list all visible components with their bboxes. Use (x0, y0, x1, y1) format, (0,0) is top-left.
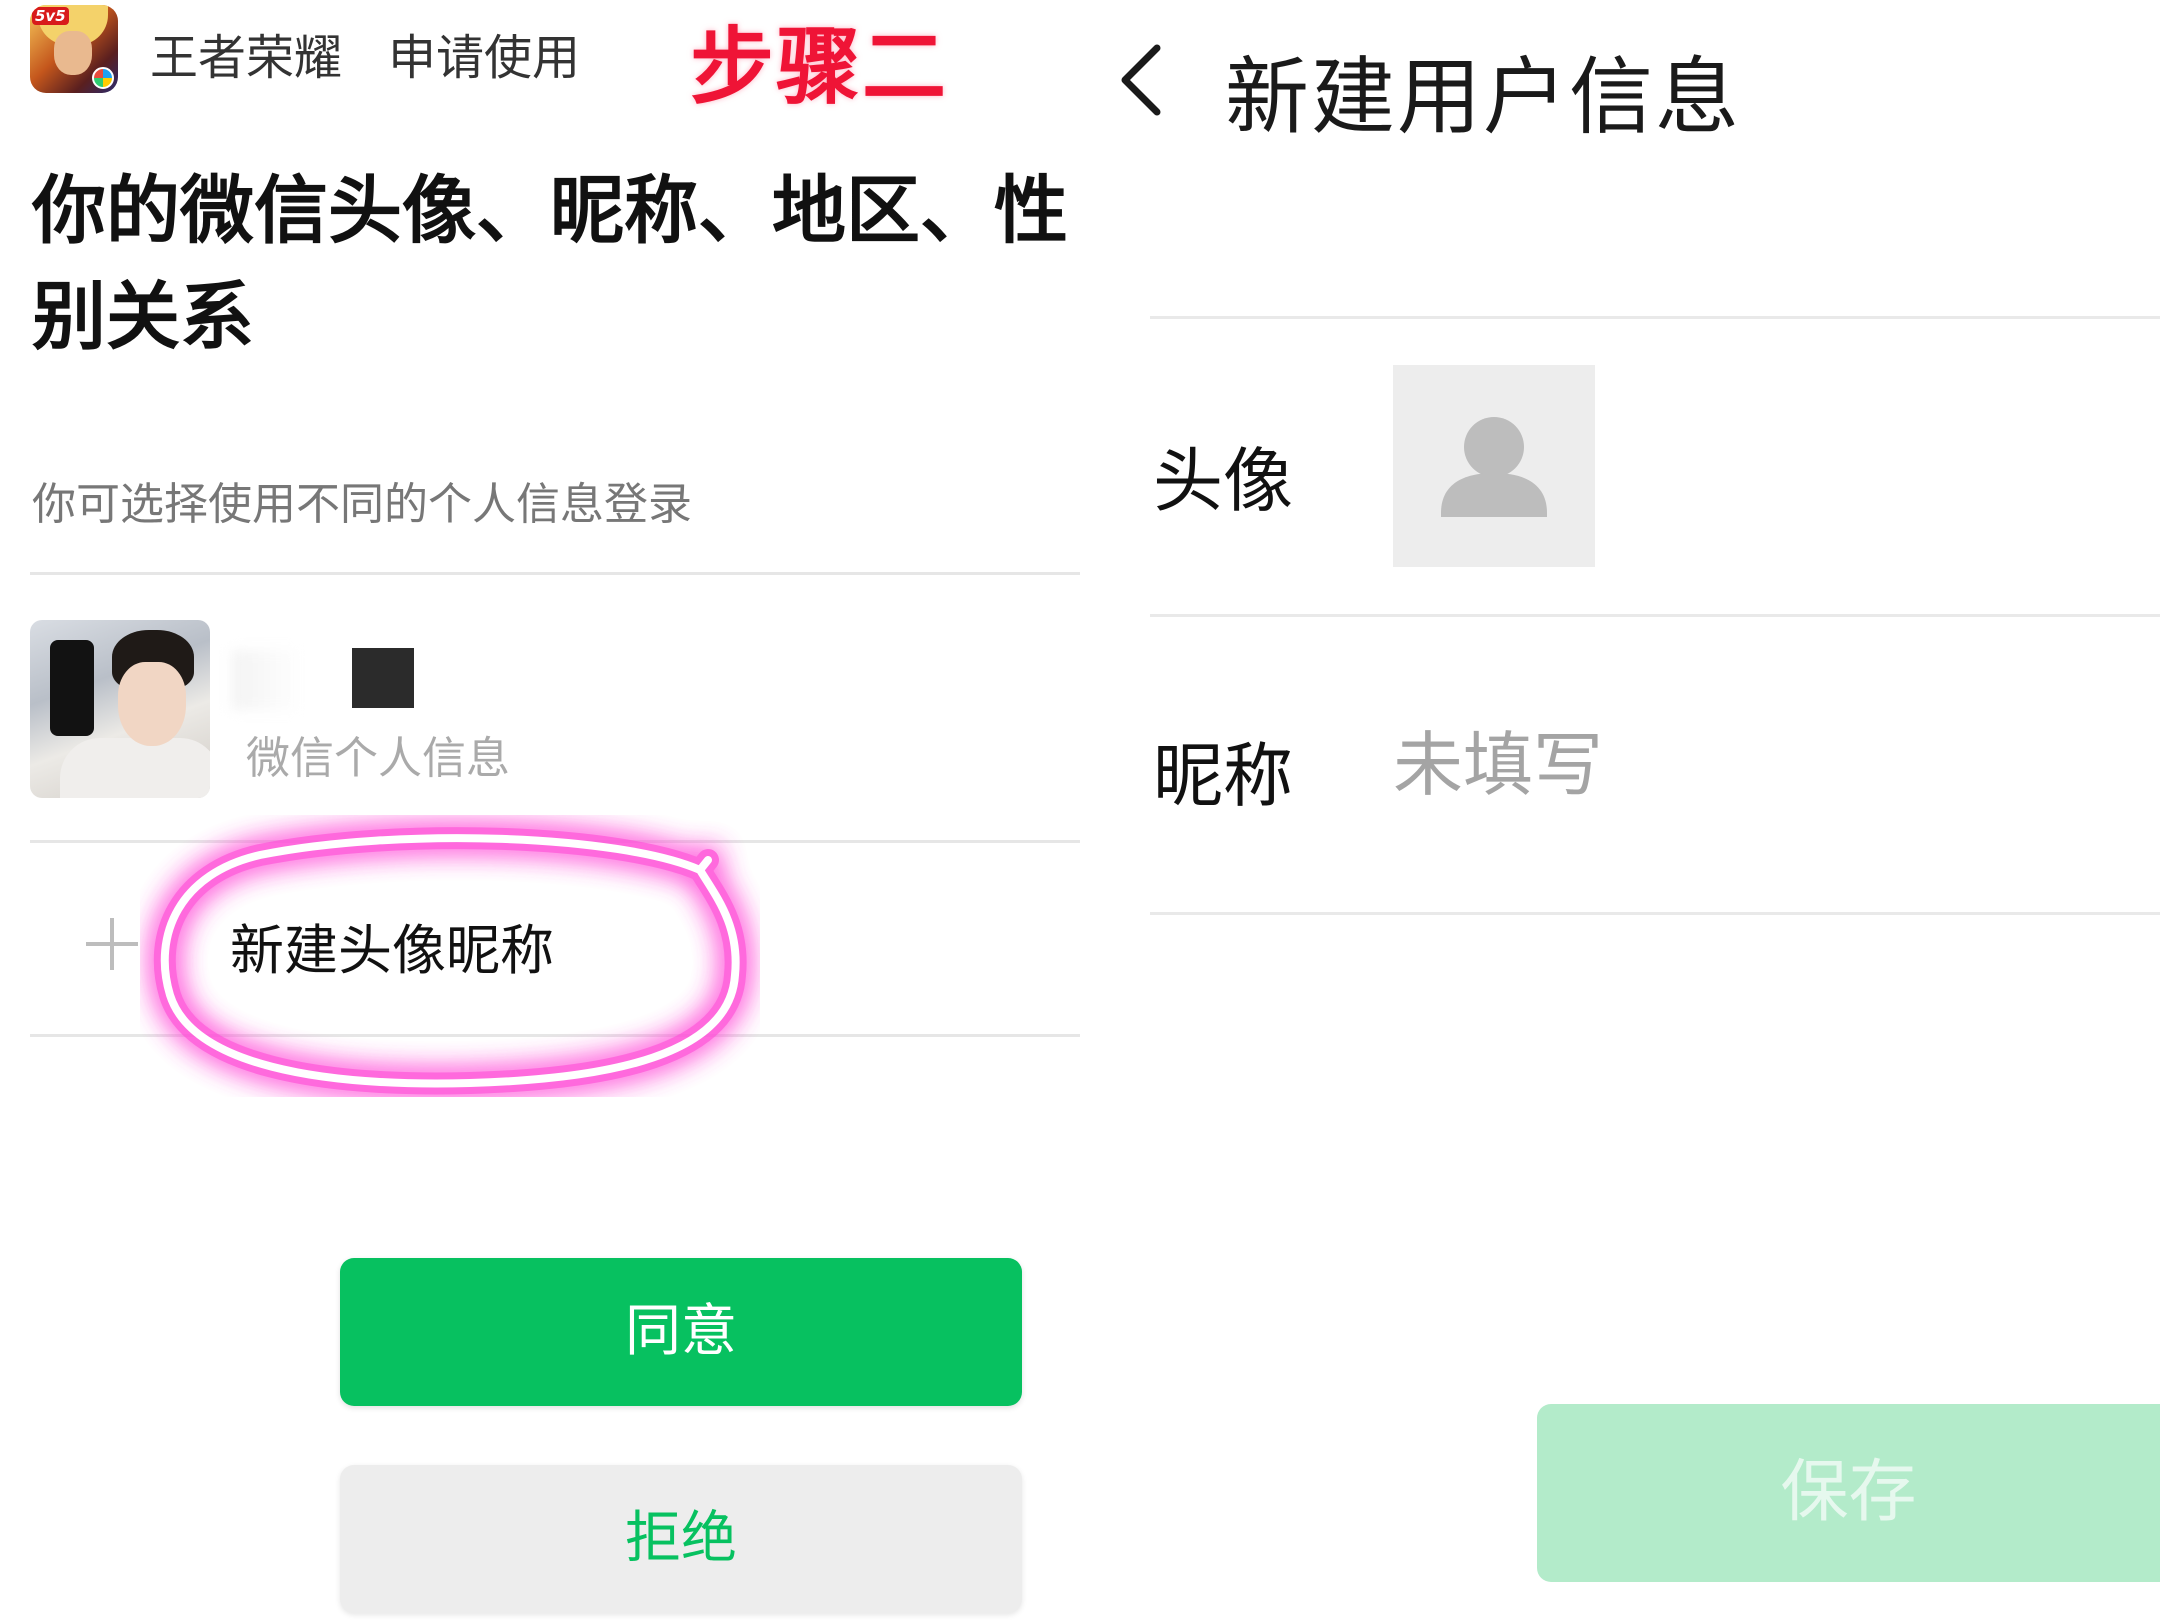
divider (1150, 316, 2160, 319)
divider (30, 840, 1080, 843)
divider (1150, 614, 2160, 617)
app-name: 王者荣耀 (150, 30, 343, 86)
reject-button[interactable]: 拒绝 (340, 1465, 1022, 1613)
nickname-label: 昵称 (1153, 735, 1293, 817)
profile-subtitle: 微信个人信息 (246, 733, 510, 784)
nickname-input[interactable] (1393, 720, 2093, 810)
agree-button[interactable]: 同意 (340, 1258, 1022, 1406)
chevron-left-icon[interactable] (1105, 40, 1185, 120)
avatar-picker[interactable] (1393, 365, 1595, 567)
redacted-name-block (352, 648, 414, 708)
app-icon-badge (92, 67, 114, 89)
page-title: 新建用户信息 (1225, 48, 1742, 146)
avatar-label: 头像 (1153, 440, 1293, 522)
save-button[interactable]: 保存 (1537, 1404, 2160, 1582)
user-placeholder-icon (1441, 417, 1547, 517)
divider (30, 572, 1080, 575)
divider (30, 1034, 1080, 1037)
divider (1150, 912, 2160, 915)
app-icon-tag: 5v5 (32, 7, 69, 25)
plus-icon (86, 918, 138, 970)
request-text: 申请使用 (388, 30, 581, 86)
avatar (30, 620, 210, 798)
step-label: 步骤二 (690, 17, 949, 116)
permission-title: 你的微信头像、昵称、地区、性别关系 (32, 168, 1068, 360)
new-profile-label: 新建头像昵称 (230, 919, 554, 982)
app-icon: 5v5 (30, 5, 118, 93)
login-hint: 你可选择使用不同的个人信息登录 (32, 479, 692, 530)
redacted-name-blur (232, 650, 302, 710)
